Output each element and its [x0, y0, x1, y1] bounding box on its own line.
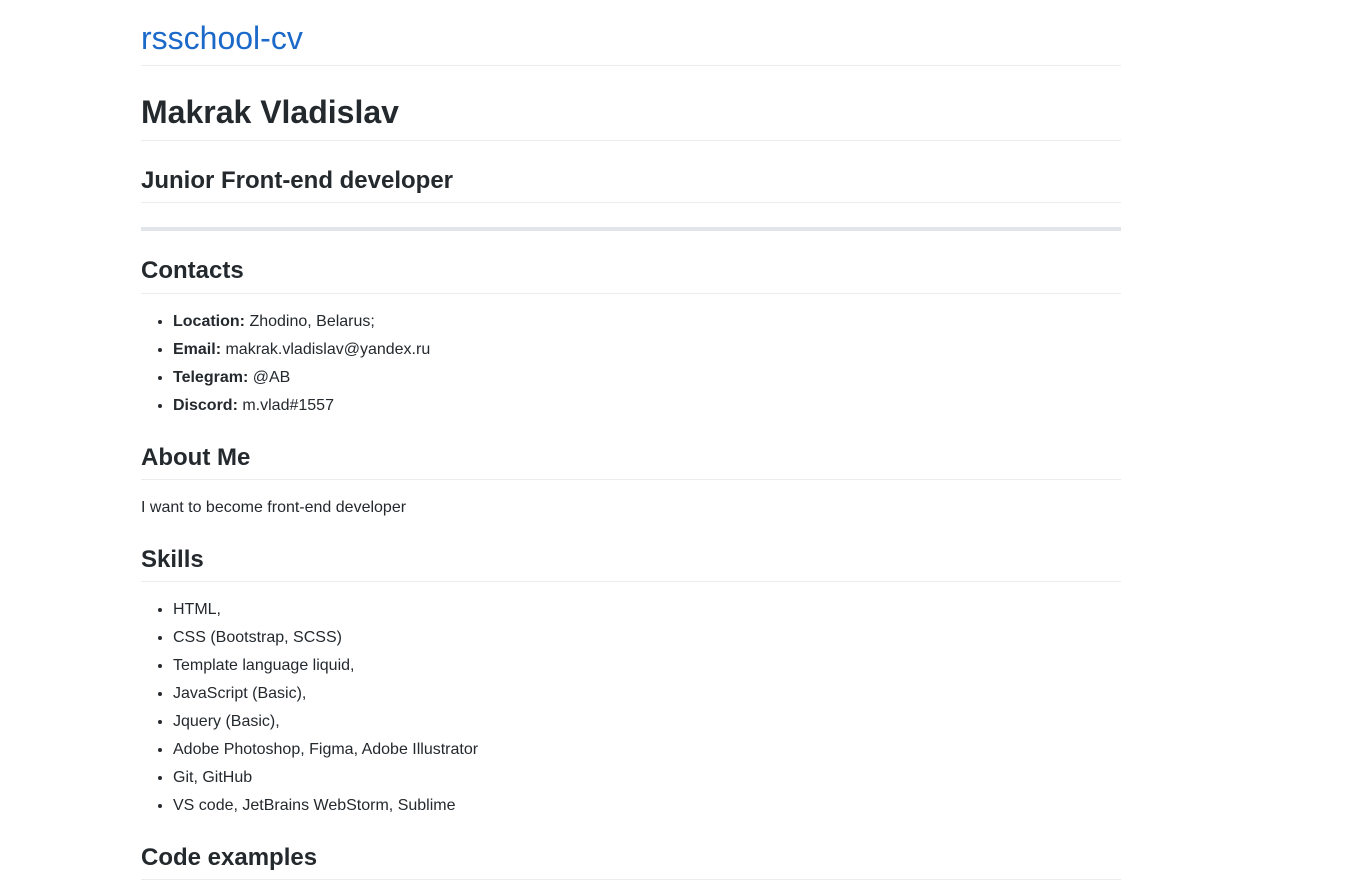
- skill-item: Git, GitHub: [173, 764, 478, 792]
- contact-label: Discord:: [173, 397, 238, 414]
- contact-item-telegram: Telegram: @AB: [173, 364, 430, 392]
- skill-item: Jquery (Basic),: [173, 708, 478, 736]
- contacts-heading-block: Contacts: [141, 253, 1121, 294]
- skill-item: HTML,: [173, 596, 478, 624]
- contacts-list: Location: Zhodino, Belarus; Email: makra…: [141, 308, 430, 420]
- skills-heading: Skills: [141, 546, 204, 573]
- about-text: I want to become front-end developer: [141, 499, 407, 516]
- horizontal-rule: [141, 227, 1121, 231]
- skill-item: CSS (Bootstrap, SCSS): [173, 624, 478, 652]
- page-title: Makrak Vladislav: [141, 94, 399, 130]
- contact-item-email: Email: makrak.vladislav@yandex.ru: [173, 336, 430, 364]
- position-heading: Junior Front-end developer: [141, 167, 454, 194]
- code-examples-heading: Code examples: [141, 844, 318, 871]
- contact-value: m.vlad#1557: [237, 397, 334, 414]
- contact-item-discord: Discord: m.vlad#1557: [173, 392, 430, 420]
- contact-value: Zhodino, Belarus;: [245, 313, 375, 330]
- site-header: rsschool-cv: [141, 0, 1121, 66]
- contact-value: @AB: [248, 369, 291, 386]
- about-heading: About Me: [141, 444, 251, 471]
- contact-value: makrak.vladislav@yandex.ru: [221, 341, 431, 358]
- skills-heading-block: Skills: [141, 542, 1121, 582]
- position-heading-block: Junior Front-end developer: [141, 163, 1121, 203]
- main-content: rsschool-cv Makrak Vladislav Junior Fron…: [141, 0, 1121, 880]
- skill-item: Adobe Photoshop, Figma, Adobe Illustrato…: [173, 736, 478, 764]
- skill-item: VS code, JetBrains WebStorm, Sublime: [173, 792, 478, 820]
- code-examples-heading-block: Code examples: [141, 840, 1121, 880]
- about-heading-block: About Me: [141, 440, 1121, 480]
- name-heading-block: Makrak Vladislav: [141, 88, 1121, 141]
- contact-label: Email:: [173, 341, 222, 358]
- skill-item: Template language liquid,: [173, 652, 478, 680]
- contact-item-location: Location: Zhodino, Belarus;: [173, 308, 430, 336]
- contact-label: Telegram:: [173, 369, 249, 386]
- contact-label: Location:: [173, 313, 245, 330]
- site-title-link[interactable]: rsschool-cv: [141, 18, 303, 58]
- skill-item: JavaScript (Basic),: [173, 680, 478, 708]
- contacts-heading: Contacts: [141, 257, 244, 284]
- skills-list: HTML, CSS (Bootstrap, SCSS) Template lan…: [141, 596, 478, 820]
